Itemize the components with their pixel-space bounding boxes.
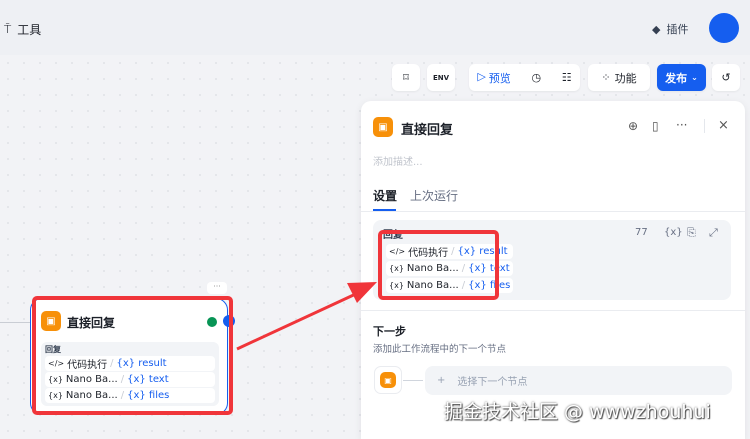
arrow-head	[347, 282, 377, 303]
watermark: 掘金技术社区 @ wwwzhouhui	[444, 401, 711, 423]
arrow-line	[236, 290, 361, 351]
annotation-arrow	[236, 282, 377, 351]
